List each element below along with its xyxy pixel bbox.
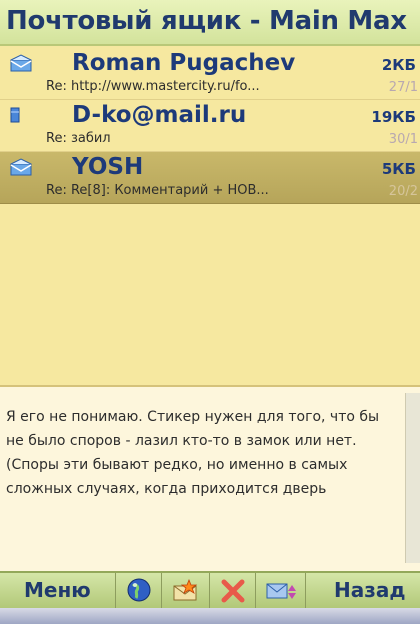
menu-button-label: Меню <box>24 578 91 602</box>
message-date: 27/1 <box>388 80 418 95</box>
globe-button[interactable] <box>116 573 162 608</box>
preview-scrollbar[interactable] <box>405 393 420 563</box>
message-date: 30/1 <box>388 132 418 147</box>
preview-body: Я его не понимаю. Стикер нужен для того,… <box>6 409 380 497</box>
envelope-open-icon <box>10 158 32 176</box>
message-subject: Re: http://www.mastercity.ru/fo... <box>46 79 260 94</box>
bottom-toolbar: Меню Назад <box>0 571 420 608</box>
menu-button[interactable]: Меню <box>0 573 116 608</box>
back-button[interactable]: Назад <box>306 573 420 608</box>
message-date: 20/2 <box>388 184 418 199</box>
message-subject: Re: забил <box>46 131 111 146</box>
envelope-closed-icon <box>10 106 20 124</box>
delete-icon <box>221 579 245 607</box>
system-taskbar <box>0 608 420 624</box>
preview-pane[interactable]: Я его не понимаю. Стикер нужен для того,… <box>0 385 420 571</box>
delete-button[interactable] <box>210 573 256 608</box>
new-message-button[interactable] <box>162 573 210 608</box>
title-bar: Почтовый ящик - Main Max <box>0 0 420 46</box>
window-title: Почтовый ящик - Main Max <box>6 6 407 36</box>
message-row[interactable]: Roman Pugachev 2КБ Re: http://www.master… <box>0 48 420 100</box>
message-size: 19КБ <box>371 108 416 126</box>
send-receive-icon <box>265 579 297 607</box>
message-row[interactable]: D-ko@mail.ru 19КБ Re: забил 30/1 <box>0 100 420 152</box>
message-sender: D-ko@mail.ru <box>72 102 247 128</box>
envelope-open-icon <box>10 54 32 72</box>
message-subject: Re: Re[8]: Комментарий + НОВ... <box>46 183 269 198</box>
message-size: 5КБ <box>381 160 416 178</box>
message-sender: Roman Pugachev <box>72 50 296 76</box>
message-size: 2КБ <box>381 56 416 74</box>
message-list: Roman Pugachev 2КБ Re: http://www.master… <box>0 48 420 378</box>
mail-app-screen: Почтовый ящик - Main Max Roman Pugachev … <box>0 0 420 624</box>
globe-icon <box>127 578 151 606</box>
back-button-label: Назад <box>334 578 406 602</box>
message-sender: YOSH <box>72 154 144 180</box>
message-row-selected[interactable]: YOSH 5КБ Re: Re[8]: Комментарий + НОВ...… <box>0 152 420 204</box>
send-receive-button[interactable] <box>256 573 306 608</box>
new-message-icon <box>172 578 200 607</box>
